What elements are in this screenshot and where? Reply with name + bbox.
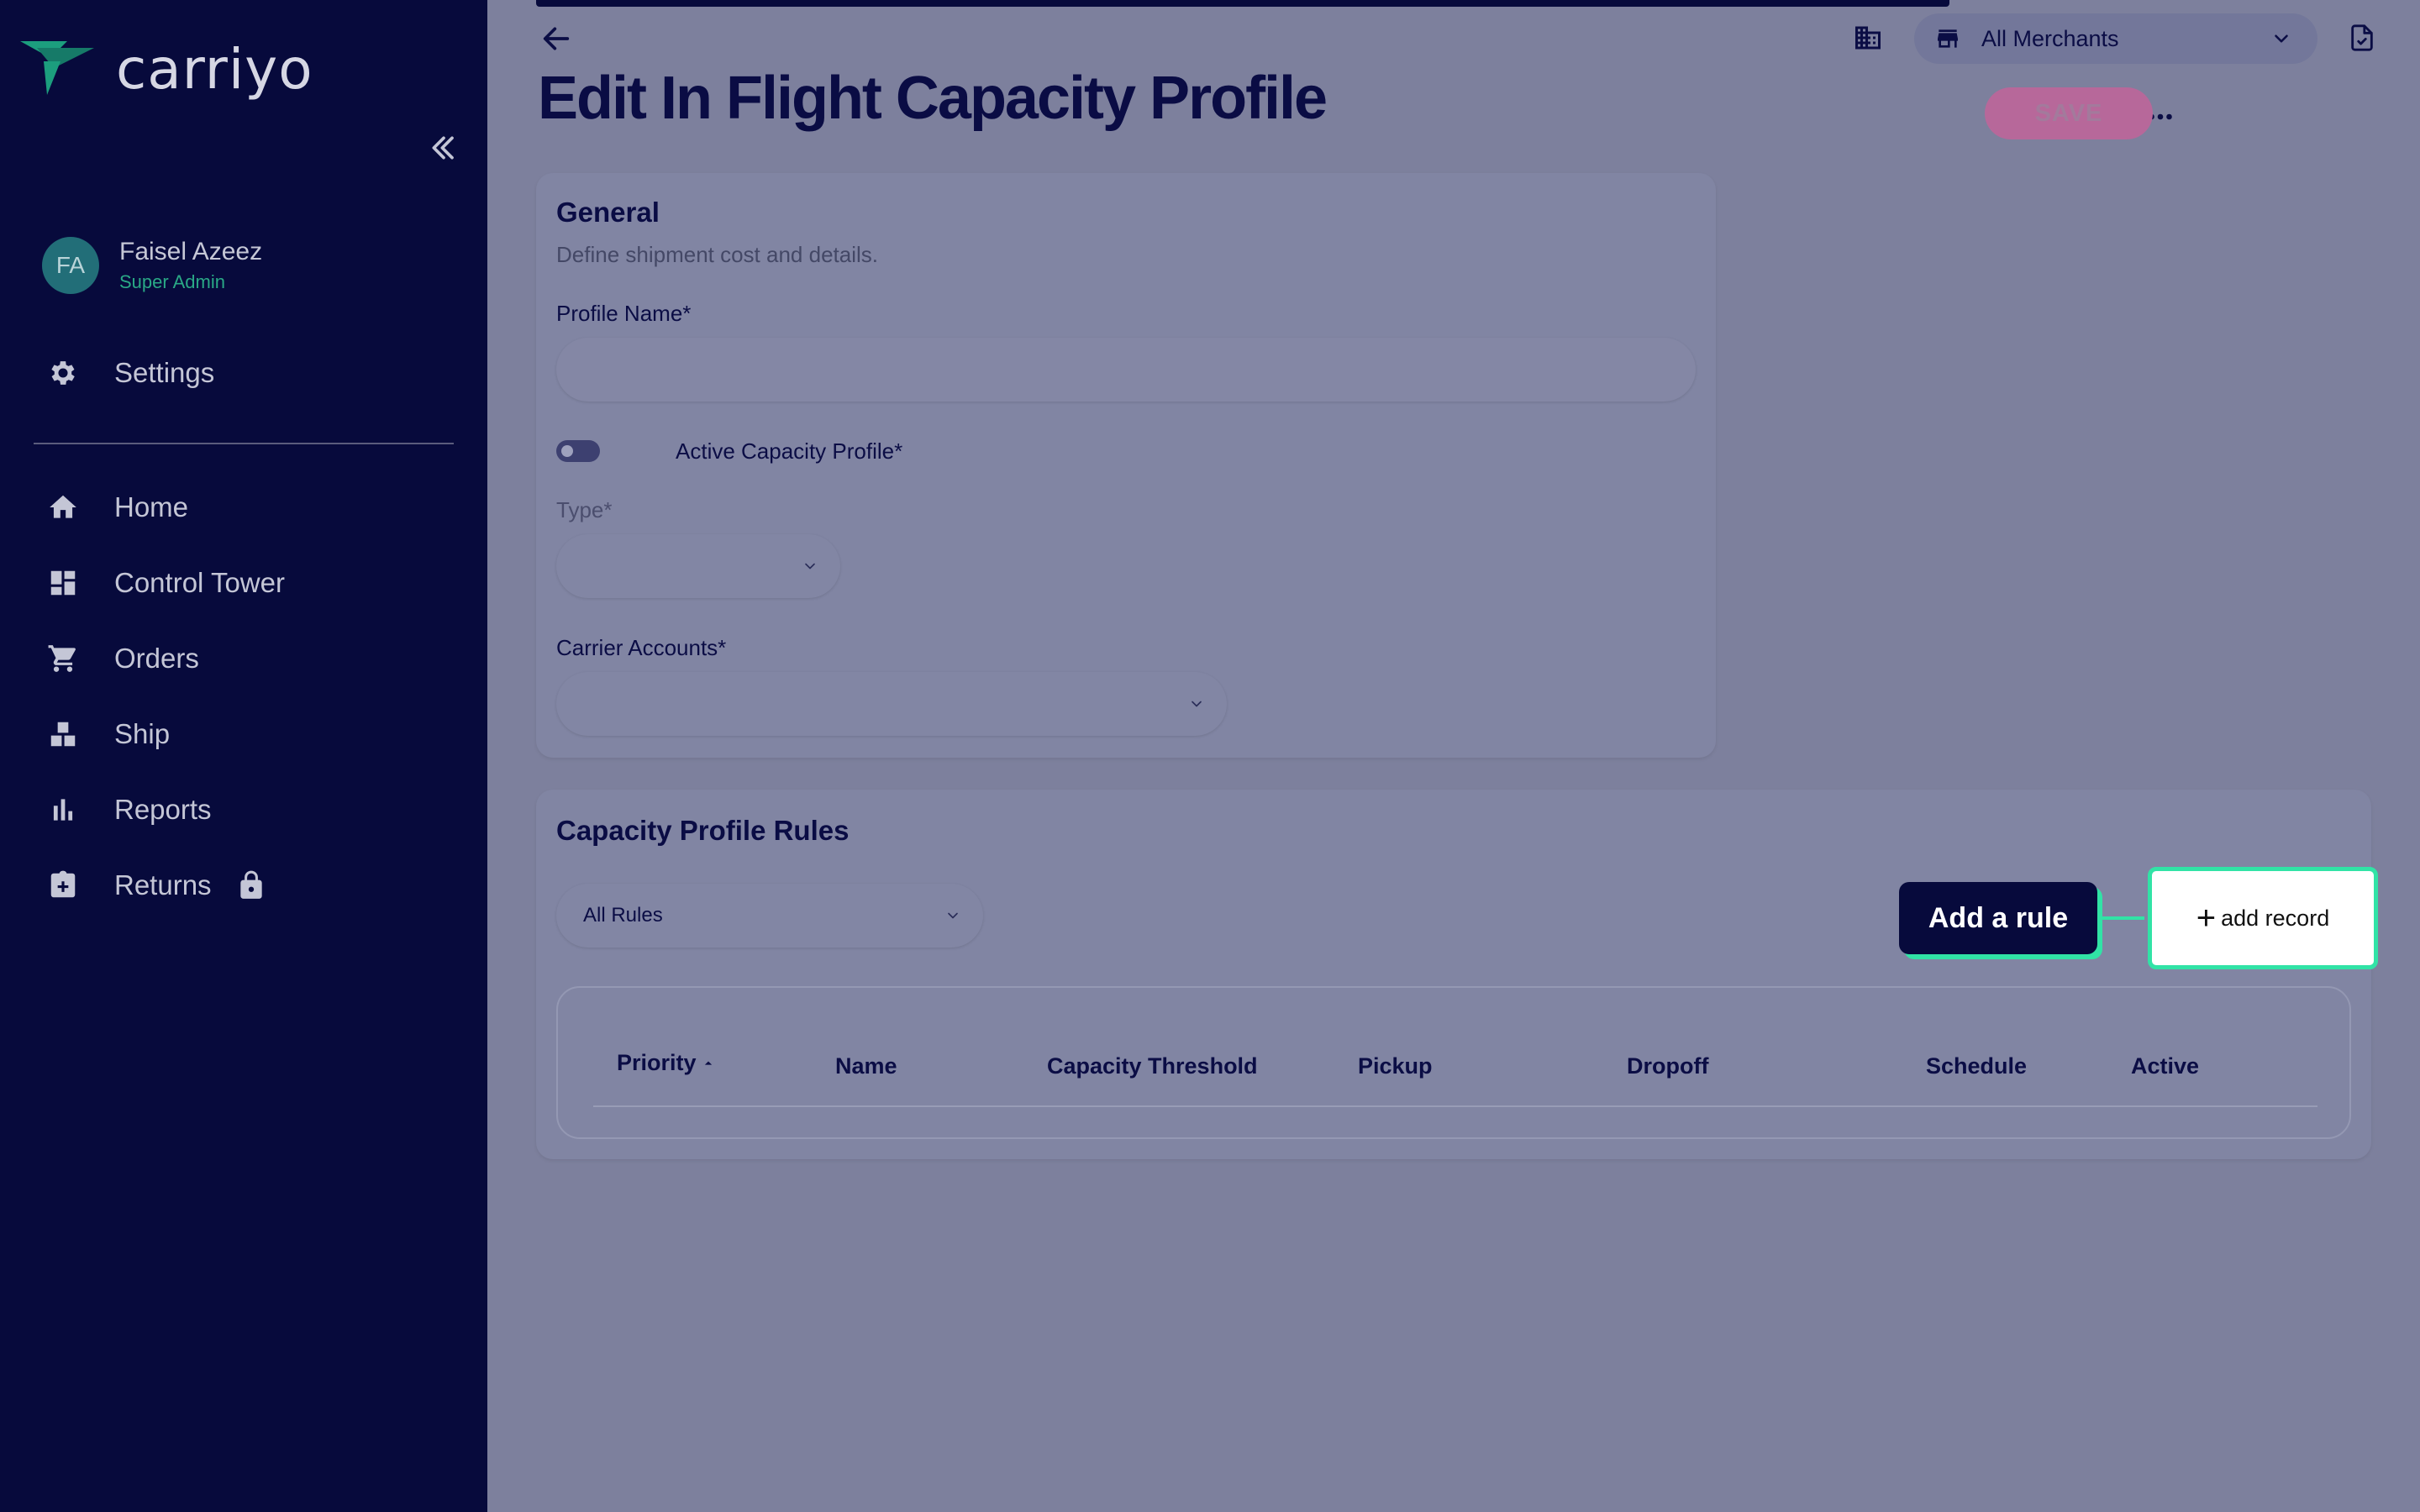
sidebar-item-ship[interactable]: Ship	[47, 709, 170, 759]
building-icon	[1855, 26, 1881, 50]
carriyo-logo-icon	[20, 40, 94, 95]
avatar: FA	[42, 237, 99, 294]
type-select[interactable]	[556, 534, 840, 598]
column-header-dropoff[interactable]: Dropoff	[1627, 1053, 1708, 1079]
add-rule-tooltip: Add a rule	[1899, 882, 2097, 954]
sidebar-item-label: Reports	[114, 794, 212, 825]
chevron-down-icon	[1192, 701, 1202, 707]
user-profile[interactable]: FA Faisel Azeez Super Admin	[42, 237, 262, 294]
page-title: Edit In Flight Capacity Profile	[538, 65, 1328, 132]
lock-icon	[239, 870, 262, 899]
sidebar-item-label: Orders	[114, 643, 199, 674]
column-header-capacity-threshold[interactable]: Capacity Threshold	[1047, 1053, 1258, 1079]
user-role: Super Admin	[119, 271, 225, 292]
chevron-down-icon	[805, 563, 815, 570]
column-header-label: Priority	[617, 1050, 697, 1075]
ship-icon	[50, 722, 76, 747]
column-header-name[interactable]: Name	[835, 1053, 897, 1079]
bar-chart-icon	[53, 799, 73, 821]
rules-title: Capacity Profile Rules	[556, 815, 850, 846]
sidebar-item-returns[interactable]: Returns	[47, 860, 267, 911]
toggle-knob	[561, 445, 573, 457]
plus-icon: +	[2196, 900, 2217, 937]
cart-icon	[48, 645, 76, 672]
general-card: General Define shipment cost and details…	[536, 173, 1716, 758]
user-name: Faisel Azeez	[119, 238, 263, 265]
collapse-sidebar-icon[interactable]	[427, 131, 460, 165]
column-header-schedule[interactable]: Schedule	[1926, 1053, 2027, 1079]
sidebar-item-label: Ship	[114, 718, 171, 749]
capacity-rules-card: Capacity Profile Rules All Rules Priorit…	[536, 790, 2371, 1159]
sidebar-item-home[interactable]: Home	[47, 482, 188, 533]
add-record-label: add record	[2221, 905, 2330, 931]
profile-name-label: Profile Name*	[556, 301, 692, 326]
tooltip-connector	[2097, 916, 2144, 920]
rules-filter-select[interactable]: All Rules	[556, 884, 983, 948]
rules-filter-value: All Rules	[583, 904, 663, 927]
general-title: General	[556, 197, 660, 228]
sidebar-item-label: Settings	[114, 357, 215, 388]
save-button[interactable]: SAVE	[1985, 87, 2153, 139]
carriyo-logo[interactable]: carriyo	[20, 37, 313, 102]
rules-table: Priority Name Capacity Threshold Pickup …	[556, 986, 2351, 1139]
active-capacity-label: Active Capacity Profile*	[676, 438, 903, 464]
sort-asc-icon	[704, 1061, 712, 1065]
store-icon	[1938, 29, 1958, 48]
returns-icon	[50, 870, 76, 898]
profile-name-input[interactable]	[556, 338, 1696, 402]
back-arrow-icon[interactable]	[539, 22, 573, 55]
column-header-active[interactable]: Active	[2131, 1053, 2199, 1079]
sidebar-item-settings[interactable]: Settings	[47, 348, 214, 398]
merchant-select[interactable]: All Merchants	[1914, 13, 2317, 64]
sidebar-item-control-tower[interactable]: Control Tower	[47, 558, 285, 608]
chevron-down-icon	[948, 912, 958, 919]
home-icon	[50, 495, 76, 518]
loading-progress-bar	[536, 0, 1949, 7]
column-header-pickup[interactable]: Pickup	[1358, 1053, 1433, 1079]
sidebar: carriyo FA Faisel Azeez Super Admin Sett…	[0, 0, 487, 1512]
active-capacity-toggle[interactable]	[556, 440, 600, 462]
type-label: Type*	[556, 497, 613, 522]
sidebar-item-label: Returns	[114, 869, 212, 900]
gear-icon	[51, 361, 75, 385]
document-check-icon	[2351, 24, 2373, 51]
sidebar-divider	[34, 443, 454, 444]
carrier-accounts-label: Carrier Accounts*	[556, 635, 727, 660]
carrier-accounts-select[interactable]	[556, 672, 1227, 736]
general-subtitle: Define shipment cost and details.	[556, 242, 878, 267]
organization-button[interactable]	[1844, 13, 1892, 62]
sidebar-item-orders[interactable]: Orders	[47, 633, 199, 684]
add-record-button[interactable]: + add record	[2148, 867, 2378, 969]
sidebar-item-label: Home	[114, 491, 189, 522]
main-content: All Merchants Edit In Flight Capacity Pr…	[487, 0, 2420, 1512]
logo-text: carriyo	[116, 37, 313, 102]
merchant-select-value: All Merchants	[1981, 25, 2119, 51]
column-header-priority[interactable]: Priority	[617, 1050, 717, 1076]
table-header-divider	[593, 1105, 2317, 1107]
dashboard-icon	[50, 570, 76, 596]
sidebar-item-reports[interactable]: Reports	[47, 785, 212, 835]
document-check-button[interactable]	[2338, 13, 2386, 62]
sidebar-item-label: Control Tower	[114, 567, 285, 598]
chevron-down-icon	[2275, 34, 2288, 43]
